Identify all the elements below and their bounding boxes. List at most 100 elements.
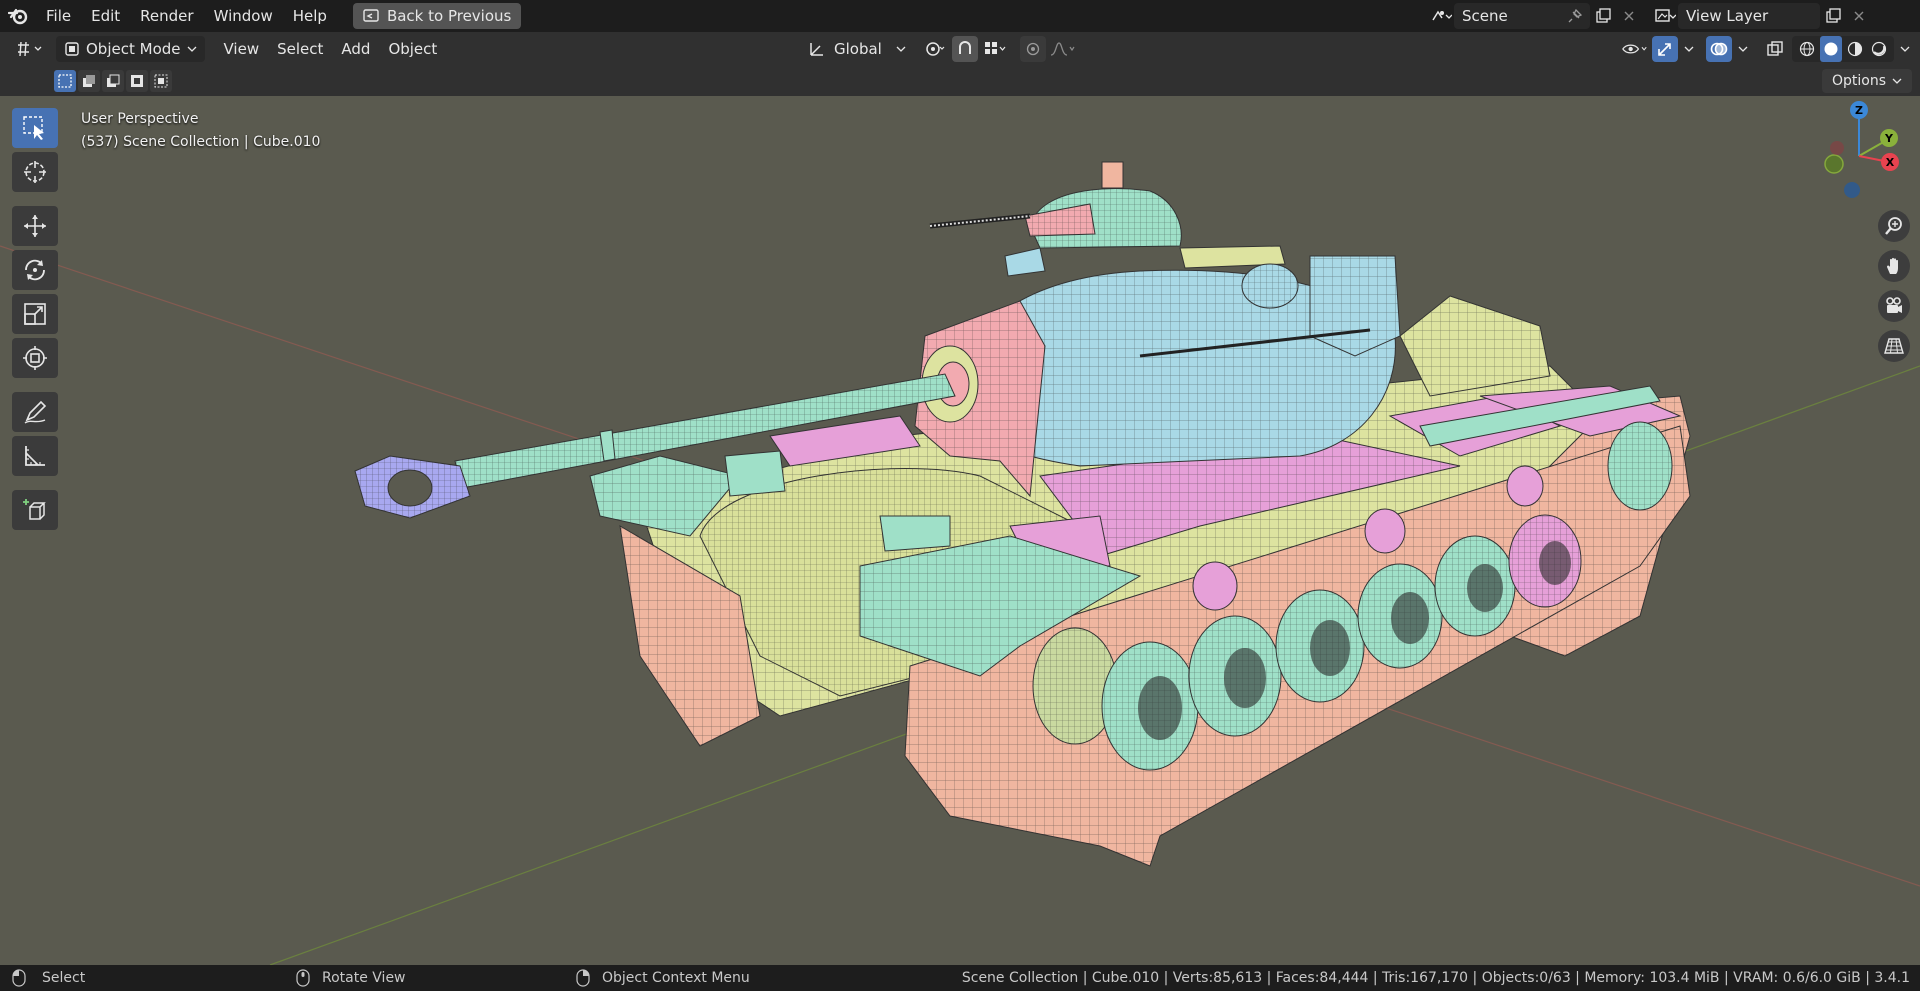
select-extend-icon[interactable] xyxy=(78,70,100,92)
gizmo-z-label: Z xyxy=(1855,104,1863,117)
rotate-tool[interactable] xyxy=(12,250,58,290)
pivot-point-icon[interactable] xyxy=(922,36,948,62)
scene-icon[interactable] xyxy=(1428,3,1454,29)
viewport-info: User Perspective (537) Scene Collection … xyxy=(81,108,320,154)
3d-viewport[interactable]: User Perspective (537) Scene Collection … xyxy=(0,96,1920,965)
camera-icon xyxy=(1886,297,1902,313)
tank-model xyxy=(354,161,1691,867)
transform-icon xyxy=(23,346,47,370)
options-dropdown[interactable]: Options xyxy=(1821,69,1912,93)
rendered-shading-icon[interactable] xyxy=(1868,36,1890,62)
orientation-label[interactable]: Global xyxy=(834,40,882,58)
cursor-icon xyxy=(24,161,46,183)
gizmo-y-label: Y xyxy=(1884,132,1894,145)
select-new-icon[interactable] xyxy=(54,70,76,92)
scene-name-field[interactable]: Scene xyxy=(1454,3,1590,29)
gizmo-toggle-icon[interactable] xyxy=(1652,36,1678,62)
header-menu-view[interactable]: View xyxy=(215,40,269,58)
new-view-layer-icon[interactable] xyxy=(1820,3,1846,29)
scene-statistics: Scene Collection | Cube.010 | Verts:85,6… xyxy=(961,970,1910,986)
status-rotate-label: Rotate View xyxy=(322,970,406,986)
delete-scene-icon[interactable] xyxy=(1616,3,1642,29)
solid-shading-icon[interactable] xyxy=(1820,36,1842,62)
viewport-header: Object Mode View Select Add Object Globa… xyxy=(0,32,1920,66)
snap-target-icon[interactable] xyxy=(982,36,1008,62)
annotate-tool[interactable] xyxy=(12,392,58,432)
menu-render[interactable]: Render xyxy=(130,0,203,32)
scale-icon xyxy=(24,303,46,325)
menu-window[interactable]: Window xyxy=(204,0,283,32)
snap-icon[interactable] xyxy=(951,36,978,62)
toolbar xyxy=(12,108,58,530)
status-rotate-hint: Rotate View xyxy=(296,969,406,987)
scale-tool[interactable] xyxy=(12,294,58,334)
chevron-down-icon[interactable] xyxy=(1736,44,1750,54)
add-cube-tool[interactable] xyxy=(12,490,58,530)
back-to-previous-button[interactable]: Back to Previous xyxy=(352,3,522,29)
chevron-down-icon[interactable] xyxy=(1898,44,1912,54)
material-preview-shading-icon[interactable] xyxy=(1844,36,1866,62)
shading-mode-group xyxy=(1792,36,1894,62)
hand-icon xyxy=(1887,257,1898,274)
overlays-icon[interactable] xyxy=(1706,36,1732,62)
scene-name: Scene xyxy=(1462,7,1508,25)
perspective-label: User Perspective xyxy=(81,111,199,127)
delete-view-layer-icon[interactable] xyxy=(1846,3,1872,29)
visibility-eye-icon[interactable] xyxy=(1622,36,1648,62)
menu-file[interactable]: File xyxy=(36,0,81,32)
navigation-buttons xyxy=(1878,210,1910,362)
measure-tool[interactable] xyxy=(12,436,58,476)
top-menu-bar: File Edit Render Window Help Back to Pre… xyxy=(0,0,1920,32)
status-context-hint: Object Context Menu xyxy=(576,969,750,987)
wireframe-shading-icon[interactable] xyxy=(1796,36,1818,62)
blender-logo-icon[interactable] xyxy=(0,0,36,32)
menu-help[interactable]: Help xyxy=(283,0,337,32)
selection-mode-group xyxy=(54,70,172,92)
scene-render xyxy=(0,161,1920,965)
object-mode-icon xyxy=(65,42,79,56)
header-menu-object[interactable]: Object xyxy=(379,40,446,58)
chevron-down-icon[interactable] xyxy=(1682,44,1696,54)
select-difference-icon[interactable] xyxy=(126,70,148,92)
chevron-down-icon xyxy=(187,46,196,52)
move-tool[interactable] xyxy=(12,206,58,246)
transform-tools: Global xyxy=(804,36,1076,62)
xray-toggle-icon[interactable] xyxy=(1762,36,1788,62)
transform-orientation-icon[interactable] xyxy=(804,36,830,62)
select-box-icon xyxy=(23,116,44,140)
header-menu-add[interactable]: Add xyxy=(332,40,379,58)
header-menu-select[interactable]: Select xyxy=(268,40,332,58)
transform-tool[interactable] xyxy=(12,338,58,378)
move-icon xyxy=(24,215,46,237)
select-subtract-icon[interactable] xyxy=(102,70,124,92)
view-layer-field[interactable]: View Layer xyxy=(1678,3,1820,29)
scene-selector: Scene View Layer xyxy=(1428,3,1872,29)
view-layer-icon[interactable] xyxy=(1652,3,1678,29)
pan-button[interactable] xyxy=(1878,250,1910,282)
falloff-icon[interactable] xyxy=(1050,36,1076,62)
chevron-down-icon[interactable] xyxy=(894,44,908,54)
navigation-gizmo[interactable]: Z Y X xyxy=(1814,96,1904,206)
perspective-toggle-button[interactable] xyxy=(1878,330,1910,362)
status-select-hint: Select xyxy=(12,969,85,987)
mode-dropdown[interactable]: Object Mode xyxy=(56,36,205,62)
zoom-button[interactable] xyxy=(1878,210,1910,242)
select-box-tool[interactable] xyxy=(12,108,58,148)
mouse-right-icon xyxy=(576,969,590,987)
camera-view-button[interactable] xyxy=(1878,290,1910,322)
status-bar: Select Rotate View Object Context Menu S… xyxy=(0,965,1920,991)
back-to-previous-label: Back to Previous xyxy=(386,7,512,25)
measure-ruler-icon xyxy=(25,446,45,466)
gizmo-x-label: X xyxy=(1886,156,1895,169)
rotate-icon xyxy=(25,259,45,281)
menu-edit[interactable]: Edit xyxy=(81,0,130,32)
pin-icon[interactable] xyxy=(1568,9,1582,23)
chevron-down-icon xyxy=(1892,78,1902,84)
options-label: Options xyxy=(1831,73,1886,89)
select-intersect-icon[interactable] xyxy=(150,70,172,92)
new-scene-icon[interactable] xyxy=(1590,3,1616,29)
proportional-editing-icon[interactable] xyxy=(1019,36,1046,62)
cursor-tool[interactable] xyxy=(12,152,58,192)
screen-back-icon xyxy=(363,9,379,22)
editor-type-icon[interactable] xyxy=(10,36,50,62)
